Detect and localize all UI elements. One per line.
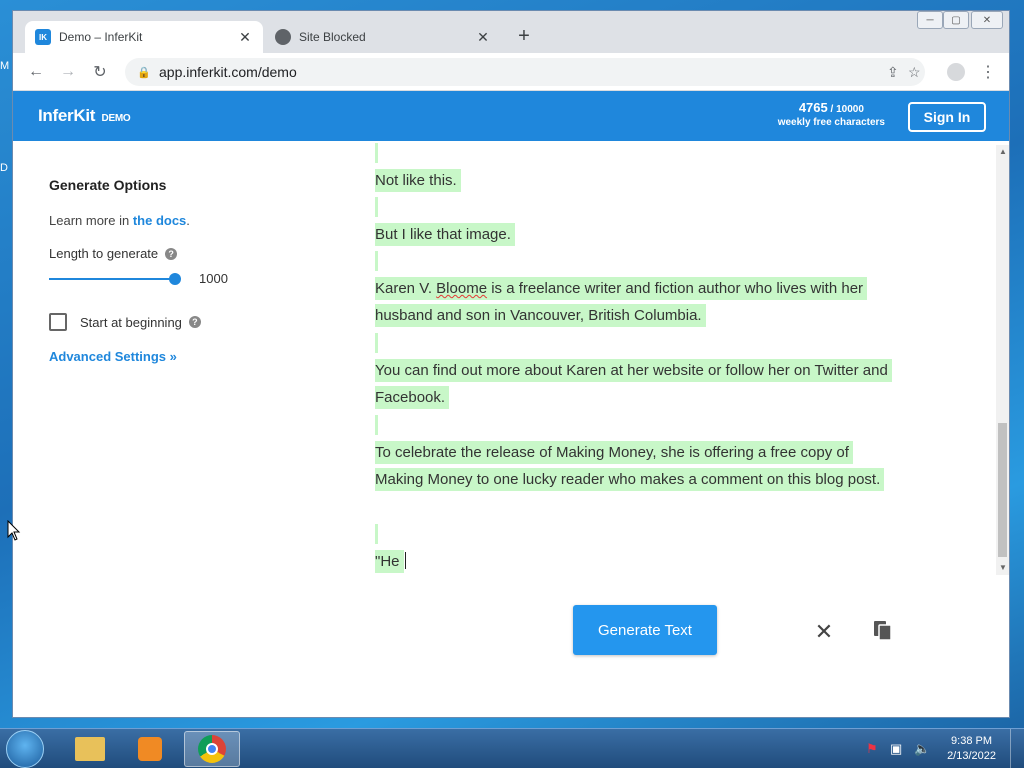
show-desktop-button[interactable] (1010, 729, 1024, 768)
advanced-settings-link[interactable]: Advanced Settings » (49, 349, 349, 364)
paragraph: But I like that image. (375, 221, 515, 248)
close-window-button[interactable]: ✕ (971, 11, 1003, 29)
brand-name: InferKit (38, 106, 96, 125)
lock-icon: 🔒 (137, 66, 151, 79)
minimize-button[interactable]: ─ (917, 11, 943, 29)
close-tab-icon[interactable]: ✕ (475, 29, 491, 46)
brand-logo[interactable]: InferKit DEMO (38, 106, 131, 126)
blank-line (375, 251, 378, 271)
paragraph: To celebrate the release of Making Money… (375, 439, 900, 493)
help-icon[interactable]: ? (165, 247, 178, 260)
credits-counter: 4765 / 10000 weekly free characters (778, 101, 885, 129)
url-text: app.inferkit.com/demo (159, 64, 297, 80)
paragraph-text: You can find out more about Karen at her… (375, 359, 892, 409)
share-icon[interactable]: ⇪ (887, 64, 899, 81)
blank-line (375, 197, 378, 217)
paragraph-text: Not like this. (375, 169, 461, 192)
action-center-flag-icon[interactable]: ⚑ (866, 741, 878, 757)
misspelled-word: Bloome (436, 280, 488, 297)
back-button[interactable]: ← (25, 61, 47, 83)
maximize-button[interactable]: ▢ (943, 11, 969, 29)
editor-scrollbar[interactable]: ▲ ▼ (996, 145, 1009, 575)
scroll-up-icon[interactable]: ▲ (999, 147, 1007, 156)
credits-total: / 10000 (830, 104, 864, 115)
clear-icon[interactable]: ✕ (813, 619, 835, 645)
system-clock[interactable]: 9:38 PM 2/13/2022 (947, 734, 996, 764)
media-player-taskbar-icon[interactable] (122, 731, 178, 767)
paragraph-text: Karen V. Bloome is a freelance writer an… (375, 277, 868, 327)
explorer-taskbar-icon[interactable] (62, 731, 118, 767)
reload-button[interactable]: ↻ (89, 61, 111, 83)
tab-inferkit-demo[interactable]: IK Demo – InferKit ✕ (25, 21, 263, 53)
sign-in-button[interactable]: Sign In (908, 102, 986, 132)
copy-icon[interactable] (871, 619, 895, 643)
browser-toolbar: ← → ↻ 🔒 app.inferkit.com/demo ⇪ ☆ ⋮ (13, 53, 1009, 91)
docs-hint: Learn more in the docs. (49, 213, 349, 228)
start-label: Start at beginning (80, 314, 182, 330)
clock-time: 9:38 PM (951, 735, 993, 747)
profile-avatar-icon[interactable] (945, 61, 967, 83)
paragraph: "He (375, 548, 406, 575)
docs-prefix: Learn more in (49, 213, 133, 228)
paragraph: You can find out more about Karen at her… (375, 357, 900, 411)
globe-icon (275, 29, 291, 45)
blank-line (375, 333, 378, 353)
start-at-beginning-checkbox[interactable] (49, 313, 67, 331)
paragraph: Karen V. Bloome is a freelance writer an… (375, 275, 900, 329)
text-cursor (404, 552, 406, 569)
generate-options-panel: Generate Options Learn more in the docs.… (49, 177, 349, 364)
start-at-beginning-row: Start at beginning ? (49, 313, 349, 331)
clock-date: 2/13/2022 (947, 750, 996, 762)
tab-strip: IK Demo – InferKit ✕ Site Blocked ✕ + ─ … (13, 11, 1009, 53)
tab-title: Demo – InferKit (59, 30, 143, 44)
generate-text-button[interactable]: Generate Text (573, 605, 717, 655)
volume-icon[interactable]: 🔈 (914, 741, 930, 757)
page-content: InferKit DEMO 4765 / 10000 weekly free c… (13, 91, 1009, 717)
docs-link[interactable]: the docs (133, 213, 186, 228)
app-header: InferKit DEMO 4765 / 10000 weekly free c… (13, 91, 1009, 141)
scroll-down-icon[interactable]: ▼ (999, 563, 1007, 572)
browser-window: IK Demo – InferKit ✕ Site Blocked ✕ + ─ … (12, 10, 1010, 718)
mouse-pointer-icon (7, 520, 21, 541)
menu-kebab-icon[interactable]: ⋮ (977, 61, 999, 83)
desktop-icon-fragment: M (0, 60, 10, 72)
start-button[interactable] (6, 730, 44, 768)
blank-line (375, 524, 378, 544)
length-value: 1000 (199, 271, 228, 286)
docs-suffix: . (186, 213, 190, 228)
desktop-icon-fragment: D (0, 162, 8, 174)
chrome-taskbar-icon[interactable] (184, 731, 240, 767)
length-row: Length to generate ? (49, 246, 349, 261)
brand-tag: DEMO (101, 113, 131, 124)
credits-used: 4765 (798, 100, 828, 115)
blank-line (375, 143, 378, 163)
help-icon[interactable]: ? (188, 316, 201, 328)
forward-button[interactable]: → (57, 61, 79, 83)
tab-title: Site Blocked (299, 30, 366, 44)
paragraph-text: But I like that image. (375, 223, 515, 246)
text-editor[interactable]: Not like this. But I like that image. Ka… (373, 141, 993, 575)
blank-line (375, 415, 378, 435)
paragraph-text: To celebrate the release of Making Money… (375, 441, 885, 491)
address-bar[interactable]: 🔒 app.inferkit.com/demo ⇪ ☆ (125, 58, 925, 86)
new-tab-button[interactable]: + (513, 25, 535, 48)
bookmark-star-icon[interactable]: ☆ (908, 64, 921, 81)
tab-site-blocked[interactable]: Site Blocked ✕ (265, 21, 501, 53)
taskbar: ⚑ ▣ 🔈 9:38 PM 2/13/2022 (0, 728, 1024, 768)
paragraph: Not like this. (375, 167, 461, 194)
options-title: Generate Options (49, 177, 167, 193)
slider-track[interactable] (49, 278, 175, 280)
paragraph-text: "He (375, 550, 404, 573)
length-slider[interactable]: 1000 (49, 269, 349, 289)
slider-handle[interactable] (169, 273, 181, 285)
close-tab-icon[interactable]: ✕ (237, 29, 253, 46)
scrollbar-thumb[interactable] (998, 423, 1007, 557)
credits-label: weekly free characters (777, 117, 885, 128)
length-label: Length to generate (49, 246, 159, 261)
inferkit-favicon-icon: IK (35, 29, 51, 45)
network-icon[interactable]: ▣ (890, 741, 902, 757)
